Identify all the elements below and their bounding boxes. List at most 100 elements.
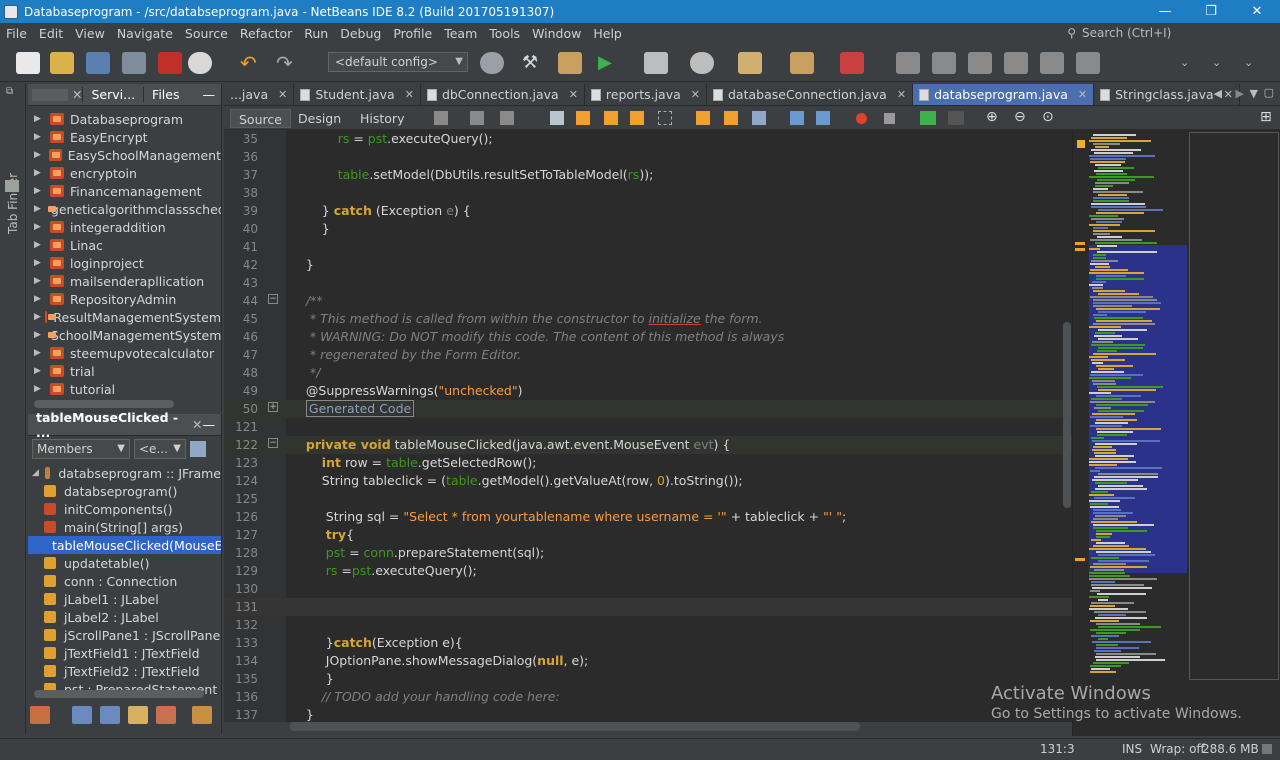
- minimize-panel-icon[interactable]: —: [203, 417, 216, 432]
- fold-collapse-icon[interactable]: −: [268, 294, 278, 304]
- navigator-member[interactable]: tableMouseClicked(MouseEvent evt): [28, 536, 221, 554]
- project-tree-item[interactable]: ▶ steemupvotecalculator: [28, 344, 221, 362]
- menu-tools[interactable]: Tools: [483, 26, 526, 41]
- navigator-member[interactable]: jTextField2 : JTextField: [28, 662, 221, 680]
- quick-search[interactable]: ⚲ Search (Ctrl+I): [1067, 24, 1272, 42]
- debug-icon[interactable]: [644, 52, 668, 74]
- profile-icon[interactable]: [690, 52, 714, 74]
- members-filter[interactable]: Members ▼: [32, 439, 130, 459]
- menu-file[interactable]: File: [0, 26, 33, 41]
- zoom-out-icon[interactable]: ⊖: [1014, 109, 1026, 125]
- menu-debug[interactable]: Debug: [334, 26, 387, 41]
- run-icon[interactable]: ▶: [598, 52, 622, 74]
- minimize-panel-icon[interactable]: —: [203, 87, 216, 102]
- config-select[interactable]: <default config> ▼: [328, 52, 468, 72]
- expand-arrow-icon[interactable]: ▶: [34, 258, 46, 268]
- lf-icon[interactable]: [158, 52, 182, 74]
- last-edit-icon[interactable]: [434, 111, 448, 125]
- editor-tab[interactable]: reports.java ✕: [585, 84, 707, 105]
- filter-inherited-icon[interactable]: [156, 706, 176, 724]
- shift-left-icon[interactable]: [790, 111, 804, 125]
- navigator-member[interactable]: jLabel1 : JLabel: [28, 590, 221, 608]
- scroll-right-icon[interactable]: ▶: [1236, 87, 1244, 100]
- editor-tab[interactable]: databaseConnection.java ✕: [707, 84, 914, 105]
- minimize-button[interactable]: —: [1142, 0, 1188, 23]
- project-tree-item[interactable]: ▶ ResultManagementSystem: [28, 308, 221, 326]
- close-tab-icon[interactable]: ✕: [1224, 88, 1233, 101]
- chevron-down-icon[interactable]: ⌄: [1212, 56, 1221, 69]
- expand-arrow-icon[interactable]: ▶: [34, 168, 46, 178]
- editor-tab[interactable]: dbConnection.java ✕: [421, 84, 585, 105]
- fold-collapse-icon[interactable]: −: [268, 438, 278, 448]
- warning-marker-icon[interactable]: [1077, 140, 1085, 148]
- navigator-member[interactable]: initComponents(): [28, 500, 221, 518]
- stop-icon[interactable]: [840, 52, 864, 74]
- filter-fqn-icon[interactable]: [192, 706, 212, 724]
- menu-team[interactable]: Team: [438, 26, 483, 41]
- project-tree-item[interactable]: ▶ EasyEncrypt: [28, 128, 221, 146]
- hierarchy-icon[interactable]: [30, 706, 50, 724]
- project-tree-item[interactable]: ▶ mailsenderapllication: [28, 272, 221, 290]
- show-opened-documents-icon[interactable]: ▼: [1250, 87, 1258, 100]
- editor-vertical-scrollbar[interactable]: [1063, 322, 1071, 508]
- forward-icon[interactable]: [500, 111, 514, 125]
- tab-finder-icon[interactable]: [5, 180, 19, 192]
- clean-build-icon[interactable]: [558, 52, 582, 74]
- close-button[interactable]: ✕: [1234, 0, 1280, 23]
- code-minimap[interactable]: [1072, 130, 1280, 736]
- project-tree-scrollbar[interactable]: [34, 400, 174, 408]
- scroll-left-icon[interactable]: ◀: [1214, 87, 1222, 100]
- project-tree-item[interactable]: ▶ geneticalgorithmclassscheduling: [28, 200, 221, 218]
- close-tab-icon[interactable]: ✕: [405, 88, 414, 101]
- project-tree-item[interactable]: ▶ SchoolManagementSystem: [28, 326, 221, 344]
- maximize-editor-icon[interactable]: ▢: [1264, 86, 1274, 99]
- jar-icon[interactable]: [738, 52, 762, 74]
- expand-arrow-icon[interactable]: ▶: [34, 276, 46, 286]
- zoom-reset-icon[interactable]: ⊙: [1042, 109, 1054, 125]
- globe-icon[interactable]: [480, 52, 504, 74]
- close-icon[interactable]: ✕: [72, 87, 82, 102]
- project-tree-item[interactable]: ▶ Linac: [28, 236, 221, 254]
- start-macro-icon[interactable]: [856, 113, 867, 124]
- expand-arrow-icon[interactable]: ▶: [34, 204, 41, 214]
- navigator-member[interactable]: jScrollPane1 : JScrollPane: [28, 626, 221, 644]
- editor-tab[interactable]: Student.java ✕: [294, 84, 421, 105]
- tool-e-icon[interactable]: [1040, 52, 1064, 74]
- undo-icon[interactable]: ↶: [240, 52, 264, 74]
- tool-f-icon[interactable]: [1076, 52, 1100, 74]
- back-icon[interactable]: [470, 111, 484, 125]
- project-tree-item[interactable]: ▶ Financemanagement: [28, 182, 221, 200]
- navigator-member[interactable]: updatetable(): [28, 554, 221, 572]
- close-tab-icon[interactable]: ✕: [897, 88, 906, 101]
- menu-run[interactable]: Run: [298, 26, 334, 41]
- navigator-member[interactable]: databseprogram(): [28, 482, 221, 500]
- expand-arrow-icon[interactable]: ▶: [34, 348, 46, 358]
- navigator-scrollbar[interactable]: [34, 690, 204, 698]
- collapse-arrow-icon[interactable]: ◢: [32, 468, 39, 478]
- rectangular-selection-icon[interactable]: [658, 111, 672, 125]
- close-tab-icon[interactable]: ✕: [1078, 88, 1087, 101]
- menu-refactor[interactable]: Refactor: [234, 26, 298, 41]
- comment-icon[interactable]: [948, 111, 964, 125]
- project-tree-item[interactable]: ▶ tutorial: [28, 380, 221, 398]
- editor-horizontal-scrollbar[interactable]: [290, 722, 860, 731]
- menu-window[interactable]: Window: [526, 26, 587, 41]
- restore-icon[interactable]: ⧉: [6, 86, 13, 97]
- sort-icon[interactable]: [190, 441, 206, 457]
- toggle-bookmark-icon[interactable]: [752, 111, 766, 125]
- zoom-in-icon[interactable]: ⊕: [986, 109, 998, 125]
- error-stripe-marker[interactable]: [1075, 242, 1085, 245]
- notes-icon[interactable]: [790, 52, 814, 74]
- filter-fields-icon[interactable]: [72, 706, 92, 724]
- new-project-icon[interactable]: [50, 52, 74, 74]
- tool-c-icon[interactable]: [968, 52, 992, 74]
- tab-design[interactable]: Design: [290, 109, 349, 128]
- search-input[interactable]: Search (Ctrl+I): [1082, 26, 1272, 40]
- tab-services[interactable]: Servi...: [82, 87, 143, 102]
- menu-source[interactable]: Source: [179, 26, 234, 41]
- project-tree-item[interactable]: ▶ trial: [28, 362, 221, 380]
- expand-arrow-icon[interactable]: ▶: [34, 150, 45, 160]
- tab-files[interactable]: Files: [143, 87, 187, 102]
- chevron-down-icon[interactable]: ⌄: [1180, 56, 1189, 69]
- expand-arrow-icon[interactable]: ▶: [34, 384, 46, 394]
